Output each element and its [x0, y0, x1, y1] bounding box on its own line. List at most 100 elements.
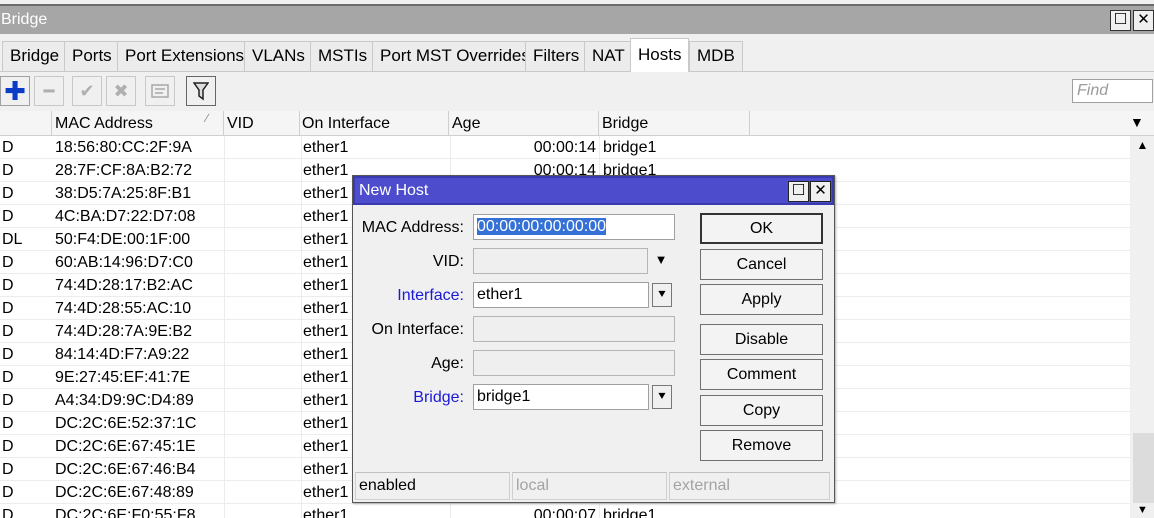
- dialog-titlebar[interactable]: New Host ☐ ✕: [353, 176, 834, 205]
- column-header-on-interface[interactable]: On Interface: [299, 111, 449, 136]
- column-header-vid[interactable]: VID: [224, 111, 300, 136]
- filter-button[interactable]: [186, 76, 216, 106]
- find-input[interactable]: Find: [1072, 79, 1153, 103]
- bridge-dropdown-icon[interactable]: ⯆: [652, 385, 672, 409]
- remove-button[interactable]: ━: [34, 76, 64, 106]
- row-vid: [224, 251, 300, 274]
- row-flag: D: [2, 300, 14, 317]
- column-header-flags[interactable]: [0, 111, 52, 136]
- row-vid: [224, 297, 300, 320]
- on-interface-field: [473, 316, 675, 342]
- sort-indicator-icon: ∕: [206, 111, 209, 125]
- on-interface-label: On Interface:: [371, 321, 465, 338]
- row-bridge: bridge1: [599, 136, 749, 159]
- dialog-maximize-button[interactable]: ☐: [788, 181, 809, 202]
- interface-field[interactable]: ether1: [473, 282, 649, 308]
- row-vid: [224, 389, 300, 412]
- ok-button[interactable]: OK: [700, 213, 823, 244]
- row-flag: D: [2, 392, 14, 409]
- scroll-down-icon[interactable]: ▼: [1131, 504, 1154, 518]
- row-vid: [224, 504, 300, 518]
- row-vid: [224, 481, 300, 504]
- row-vid: [224, 228, 300, 251]
- tab-port-mst-overrides[interactable]: Port MST Overrides: [372, 41, 538, 71]
- row-mac: DC:2C:6E:67:48:89: [55, 484, 194, 501]
- tab-bridge[interactable]: Bridge: [2, 41, 68, 71]
- row-flag: D: [2, 346, 14, 363]
- row-mac: 74:4D:28:17:B2:AC: [55, 277, 193, 294]
- row-flag: D: [2, 254, 14, 271]
- apply-button[interactable]: Apply: [700, 284, 823, 315]
- vertical-scrollbar[interactable]: ▲ ▼: [1131, 136, 1154, 518]
- cross-icon: ✖: [113, 80, 129, 101]
- enable-button[interactable]: ✔: [72, 76, 102, 106]
- maximize-button[interactable]: ☐: [1110, 10, 1131, 31]
- disable-button[interactable]: Disable: [700, 324, 823, 355]
- row-flag: D: [2, 139, 14, 156]
- row-flag: D: [2, 208, 14, 225]
- scroll-up-icon[interactable]: ▲: [1131, 138, 1154, 156]
- row-mac: A4:34:D9:9C:D4:89: [55, 392, 194, 409]
- column-menu-icon[interactable]: ▼: [1130, 114, 1144, 130]
- close-button[interactable]: ✕: [1133, 10, 1154, 31]
- scroll-thumb[interactable]: [1133, 433, 1154, 503]
- check-icon: ✔: [79, 80, 95, 101]
- dialog-title: New Host: [359, 182, 429, 199]
- disable-button[interactable]: ✖: [106, 76, 136, 106]
- bridge-label[interactable]: Bridge:: [413, 389, 464, 407]
- status-external: external: [669, 472, 830, 500]
- comment-button[interactable]: [145, 76, 175, 106]
- vid-label: VID:: [432, 253, 464, 270]
- row-vid: [224, 366, 300, 389]
- row-age: 00:00:07: [450, 504, 598, 518]
- cancel-button[interactable]: Cancel: [700, 249, 823, 280]
- tab-port-extensions[interactable]: Port Extensions: [117, 41, 253, 71]
- tab-vlans[interactable]: VLANs: [244, 41, 313, 71]
- row-on-interface: ether1: [301, 504, 449, 518]
- table-row[interactable]: D 18:56:80:CC:2F:9A ether1 00:00:14 brid…: [0, 136, 1130, 159]
- row-bridge: bridge1: [599, 504, 749, 518]
- remove-button[interactable]: Remove: [700, 430, 823, 461]
- mac-address-field[interactable]: 00:00:00:00:00:00: [473, 214, 675, 240]
- tab-mstis[interactable]: MSTIs: [310, 41, 376, 71]
- age-label: Age:: [431, 355, 464, 372]
- vid-dropdown-icon[interactable]: ▼: [651, 249, 671, 273]
- row-flag: D: [2, 484, 14, 501]
- tab-mdb[interactable]: MDB: [689, 41, 743, 71]
- row-age: 00:00:14: [450, 136, 598, 159]
- copy-button[interactable]: Copy: [700, 395, 823, 426]
- add-button[interactable]: ✚: [0, 76, 30, 106]
- row-vid: [224, 205, 300, 228]
- filter-icon: [193, 82, 209, 101]
- comment-button[interactable]: Comment: [700, 359, 823, 390]
- row-flag: D: [2, 185, 14, 202]
- vid-field[interactable]: [473, 248, 648, 274]
- bridge-field[interactable]: bridge1: [473, 384, 649, 410]
- row-mac: DC:2C:6E:67:45:1E: [55, 438, 196, 455]
- row-flag: D: [2, 415, 14, 432]
- mac-address-value: 00:00:00:00:00:00: [477, 218, 607, 235]
- row-vid: [224, 435, 300, 458]
- column-header-bridge[interactable]: Bridge: [599, 111, 750, 136]
- row-flag: D: [2, 277, 14, 294]
- row-vid: [224, 458, 300, 481]
- tab-ports[interactable]: Ports: [64, 41, 120, 71]
- tab-nat[interactable]: NAT: [584, 41, 633, 71]
- interface-label[interactable]: Interface:: [397, 287, 464, 305]
- column-header-mac-address[interactable]: MAC Address: [52, 111, 224, 136]
- row-mac: 50:F4:DE:00:1F:00: [55, 231, 191, 248]
- row-flag: D: [2, 438, 14, 455]
- row-mac: 28:7F:CF:8A:B2:72: [55, 162, 192, 179]
- table-row[interactable]: D DC:2C:6E:F0:55:F8 ether1 00:00:07 brid…: [0, 504, 1130, 518]
- dialog-close-button[interactable]: ✕: [810, 181, 831, 202]
- new-host-dialog: New Host ☐ ✕ MAC Address: 00:00:00:00:00…: [352, 175, 835, 503]
- row-vid: [224, 274, 300, 297]
- status-local: local: [512, 472, 667, 500]
- tab-hosts[interactable]: Hosts: [630, 38, 690, 72]
- tab-filters[interactable]: Filters: [525, 41, 588, 71]
- column-header-age[interactable]: Age: [449, 111, 599, 136]
- interface-dropdown-icon[interactable]: ⯆: [652, 283, 672, 307]
- row-flag: DL: [2, 231, 23, 248]
- row-vid: [224, 343, 300, 366]
- row-vid: [224, 159, 300, 182]
